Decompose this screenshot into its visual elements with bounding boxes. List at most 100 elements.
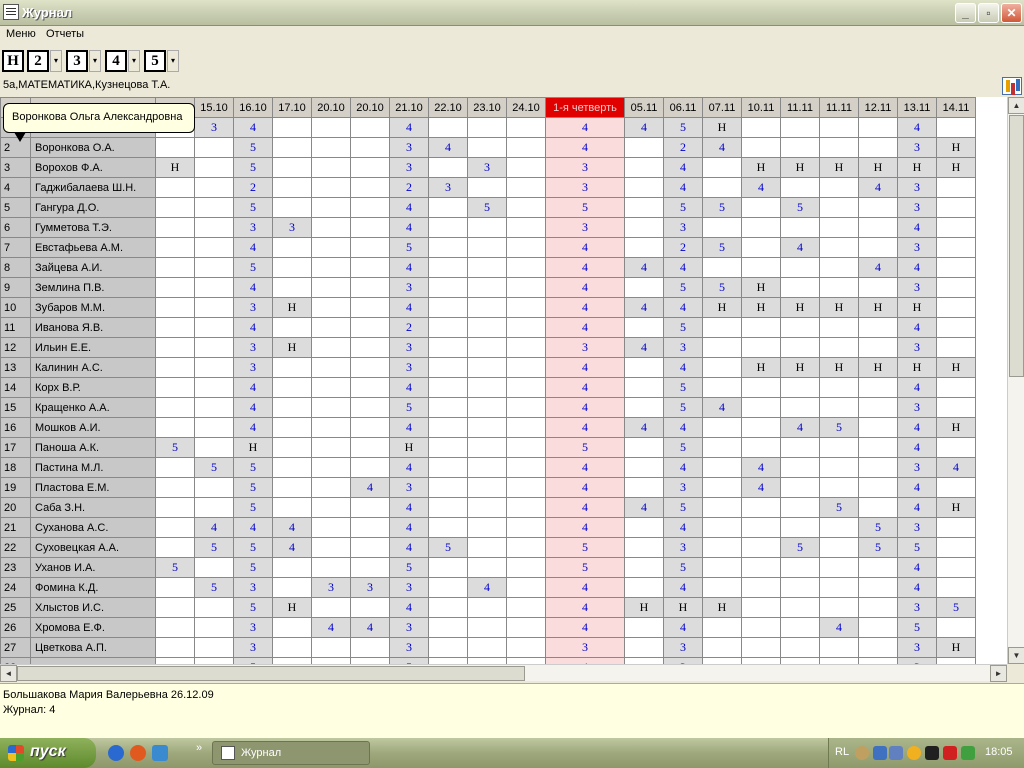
grade-cell[interactable] bbox=[819, 137, 859, 158]
grade-cell[interactable]: 5 bbox=[155, 437, 195, 458]
grade-3-dropdown[interactable]: ▾ bbox=[89, 50, 101, 72]
grade-cell[interactable] bbox=[350, 417, 390, 438]
grade-cell[interactable]: 4 bbox=[233, 277, 273, 298]
grade-cell[interactable] bbox=[350, 297, 390, 318]
grade-4-button[interactable]: 4 bbox=[105, 50, 127, 72]
grade-cell[interactable] bbox=[155, 477, 195, 498]
grade-cell[interactable] bbox=[155, 257, 195, 278]
grade-cell[interactable] bbox=[272, 237, 312, 258]
grade-cell[interactable] bbox=[858, 337, 898, 358]
grade-cell[interactable]: 4 bbox=[897, 117, 937, 138]
grade-absent-button[interactable]: Н bbox=[2, 50, 24, 72]
grade-cell[interactable] bbox=[506, 317, 546, 338]
grade-cell[interactable]: Н bbox=[272, 297, 312, 318]
grade-cell[interactable]: 4 bbox=[663, 457, 703, 478]
grade-cell[interactable] bbox=[194, 637, 234, 658]
grade-cell[interactable]: 3 bbox=[194, 117, 234, 138]
grade-cell[interactable]: 3 bbox=[389, 637, 429, 658]
grade-cell[interactable] bbox=[819, 437, 859, 458]
grade-cell[interactable]: 3 bbox=[467, 157, 507, 178]
grade-cell[interactable] bbox=[428, 637, 468, 658]
grade-cell[interactable]: Н bbox=[936, 417, 976, 438]
grade-cell[interactable]: Н bbox=[897, 357, 937, 378]
grade-cell[interactable] bbox=[858, 497, 898, 518]
back-arrow-icon[interactable] bbox=[855, 746, 869, 760]
grade-cell[interactable]: 4 bbox=[194, 517, 234, 538]
grade-cell[interactable] bbox=[702, 417, 742, 438]
grade-cell[interactable] bbox=[311, 477, 351, 498]
grade-cell[interactable]: 4 bbox=[858, 257, 898, 278]
student-name[interactable]: Суханова А.С. bbox=[30, 517, 156, 538]
grade-cell[interactable]: Н bbox=[819, 157, 859, 178]
grade-cell[interactable] bbox=[702, 497, 742, 518]
grade-cell[interactable]: 3 bbox=[897, 277, 937, 298]
grade-cell[interactable] bbox=[194, 197, 234, 218]
quarter-grade-cell[interactable]: 4 bbox=[545, 577, 625, 598]
grade-cell[interactable]: 4 bbox=[663, 177, 703, 198]
close-button[interactable]: ✕ bbox=[1001, 3, 1022, 23]
grade-cell[interactable] bbox=[741, 137, 781, 158]
quarter-grade-cell[interactable]: 4 bbox=[545, 477, 625, 498]
grade-cell[interactable]: Н bbox=[897, 157, 937, 178]
grade-cell[interactable] bbox=[624, 457, 664, 478]
grade-cell[interactable]: 4 bbox=[663, 157, 703, 178]
grade-cell[interactable] bbox=[780, 557, 820, 578]
grade-cell[interactable]: 3 bbox=[897, 197, 937, 218]
grade-cell[interactable] bbox=[624, 377, 664, 398]
grade-cell[interactable] bbox=[741, 557, 781, 578]
grade-cell[interactable] bbox=[350, 597, 390, 618]
grade-cell[interactable]: 4 bbox=[389, 517, 429, 538]
grade-cell[interactable] bbox=[936, 577, 976, 598]
grade-cell[interactable] bbox=[506, 497, 546, 518]
grade-cell[interactable]: 5 bbox=[467, 197, 507, 218]
grade-cell[interactable]: Н bbox=[819, 297, 859, 318]
grade-cell[interactable] bbox=[194, 237, 234, 258]
grade-cell[interactable] bbox=[741, 517, 781, 538]
quarter-grade-cell[interactable]: 4 bbox=[545, 237, 625, 258]
grade-5-dropdown[interactable]: ▾ bbox=[167, 50, 179, 72]
grade-cell[interactable] bbox=[780, 377, 820, 398]
grade-cell[interactable]: 4 bbox=[233, 237, 273, 258]
grade-cell[interactable] bbox=[741, 537, 781, 558]
grade-cell[interactable]: Н bbox=[702, 297, 742, 318]
grade-cell[interactable]: 4 bbox=[389, 537, 429, 558]
grade-cell[interactable] bbox=[858, 597, 898, 618]
student-name[interactable]: Зайцева А.И. bbox=[30, 257, 156, 278]
grade-cell[interactable] bbox=[702, 177, 742, 198]
grade-cell[interactable] bbox=[311, 557, 351, 578]
grade-cell[interactable] bbox=[194, 557, 234, 578]
start-button[interactable]: пуск bbox=[0, 738, 96, 768]
grade-cell[interactable]: Н bbox=[897, 297, 937, 318]
grade-cell[interactable] bbox=[467, 637, 507, 658]
grade-cell[interactable] bbox=[702, 257, 742, 278]
grade-cell[interactable]: 5 bbox=[233, 197, 273, 218]
grade-2-button[interactable]: 2 bbox=[27, 50, 49, 72]
header-date[interactable]: 10.11 bbox=[741, 97, 781, 118]
grade-cell[interactable] bbox=[311, 537, 351, 558]
grade-cell[interactable]: 5 bbox=[897, 617, 937, 638]
grade-cell[interactable] bbox=[272, 577, 312, 598]
grade-cell[interactable] bbox=[858, 237, 898, 258]
grade-cell[interactable]: Н bbox=[155, 157, 195, 178]
grade-cell[interactable]: 4 bbox=[897, 477, 937, 498]
grade-cell[interactable] bbox=[311, 177, 351, 198]
grade-cell[interactable] bbox=[155, 417, 195, 438]
grade-cell[interactable] bbox=[428, 217, 468, 238]
grade-cell[interactable]: 5 bbox=[663, 437, 703, 458]
grade-cell[interactable] bbox=[506, 197, 546, 218]
grade-cell[interactable] bbox=[702, 437, 742, 458]
grade-cell[interactable] bbox=[467, 537, 507, 558]
grade-5-button[interactable]: 5 bbox=[144, 50, 166, 72]
grade-cell[interactable] bbox=[624, 237, 664, 258]
quarter-grade-cell[interactable]: 4 bbox=[545, 137, 625, 158]
grade-cell[interactable] bbox=[506, 417, 546, 438]
quarter-grade-cell[interactable]: 5 bbox=[545, 557, 625, 578]
grade-cell[interactable] bbox=[741, 417, 781, 438]
grade-cell[interactable]: 3 bbox=[233, 577, 273, 598]
student-name[interactable]: Уханов И.А. bbox=[30, 557, 156, 578]
grade-cell[interactable] bbox=[702, 217, 742, 238]
grade-cell[interactable]: 2 bbox=[389, 317, 429, 338]
grade-cell[interactable] bbox=[741, 437, 781, 458]
grade-cell[interactable] bbox=[350, 637, 390, 658]
grade-cell[interactable]: 3 bbox=[389, 157, 429, 178]
